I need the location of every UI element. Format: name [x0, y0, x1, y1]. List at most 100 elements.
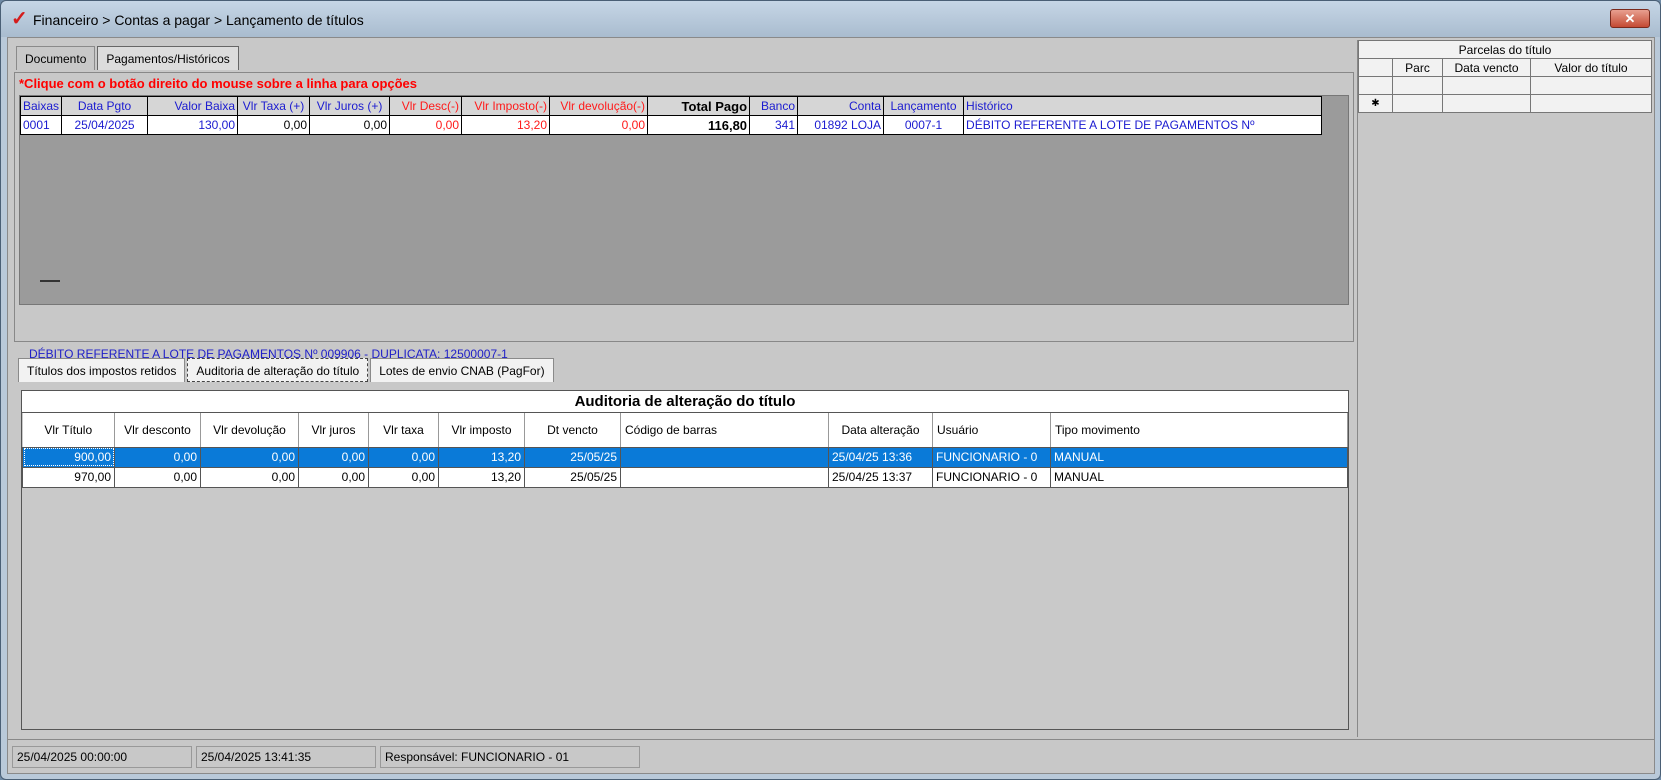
cell-dt-vencto[interactable]: 25/05/25 [524, 466, 621, 488]
col-vlr-juros[interactable]: Vlr juros [298, 413, 369, 448]
cell-data-pgto[interactable]: 25/04/2025 [61, 115, 149, 135]
close-button[interactable]: ✕ [1610, 9, 1650, 28]
col-vlr-juros[interactable]: Vlr Juros (+) [309, 96, 391, 116]
top-tabs: Documento Pagamentos/Históricos [16, 46, 241, 70]
cell-vlr-juros[interactable]: 0,00 [309, 115, 391, 135]
cell-parc[interactable] [1392, 76, 1443, 95]
status-date-now: 25/04/2025 13:41:35 [196, 745, 376, 768]
col-data-vencto[interactable]: Data vencto [1442, 58, 1531, 77]
col-valor-titulo[interactable]: Valor do título [1530, 58, 1652, 77]
tab-auditoria-alteracao[interactable]: Auditoria de alteração do título [187, 358, 369, 382]
cell-baixas[interactable]: 0001 [19, 115, 63, 135]
status-responsavel: Responsável: FUNCIONARIO - 01 [380, 745, 640, 768]
cell-historico[interactable]: DÉBITO REFERENTE A LOTE DE PAGAMENTOS Nº [963, 115, 1323, 135]
cell-codigo-barras[interactable] [620, 466, 829, 488]
parcelas-title: Parcelas do título [1358, 40, 1652, 59]
cell-data-vencto[interactable] [1442, 76, 1531, 95]
col-vlr-desconto[interactable]: Vlr desconto [114, 413, 201, 448]
col-codigo-barras[interactable]: Código de barras [620, 413, 829, 448]
col-lancamento[interactable]: Lançamento [883, 96, 965, 116]
cell-vlr-imposto[interactable]: 13,20 [438, 446, 525, 468]
parcelas-panel: Parcelas do título Parc Data vencto Valo… [1357, 40, 1653, 737]
cell-dt-vencto[interactable]: 25/05/25 [524, 446, 621, 468]
payments-panel: *Clique com o botão direito do mouse sob… [14, 72, 1354, 361]
audit-title: Auditoria de alteração do título [22, 391, 1348, 413]
blank-cell [1358, 76, 1393, 95]
cell-vlr-titulo[interactable]: 900,00 [22, 446, 115, 468]
cell-lancamento[interactable]: 0007-1 [883, 115, 965, 135]
col-vlr-imposto[interactable]: Vlr imposto [438, 413, 525, 448]
cell-valor-titulo[interactable] [1530, 76, 1652, 95]
cell-vlr-juros[interactable]: 0,00 [298, 446, 369, 468]
cell-vlr-imposto[interactable]: 13,20 [438, 466, 525, 488]
cell-vlr-devolucao[interactable]: 0,00 [549, 115, 649, 135]
col-vlr-taxa[interactable]: Vlr Taxa (+) [237, 96, 311, 116]
col-usuario[interactable]: Usuário [932, 413, 1051, 448]
cell-valor-titulo[interactable] [1530, 94, 1652, 113]
parcelas-caption-row: Parcelas do título [1358, 40, 1652, 59]
col-valor-baixa[interactable]: Valor Baixa [147, 96, 239, 116]
payments-grid[interactable]: Baixas Data Pgto Valor Baixa Vlr Taxa (+… [19, 95, 1349, 305]
cell-vlr-desconto[interactable]: 0,00 [114, 466, 201, 488]
cell-vlr-taxa[interactable]: 0,00 [368, 466, 439, 488]
payments-header-row: Baixas Data Pgto Valor Baixa Vlr Taxa (+… [19, 96, 1323, 116]
cell-tipo-movimento[interactable]: MANUAL [1050, 466, 1348, 488]
cell-usuario[interactable]: FUNCIONARIO - 0 [932, 446, 1051, 468]
cell-vlr-devolucao[interactable]: 0,00 [200, 446, 299, 468]
cell-data-alteracao[interactable]: 25/04/25 13:36 [828, 446, 933, 468]
window-title: Financeiro > Contas a pagar > Lançamento… [33, 12, 364, 28]
col-conta[interactable]: Conta [797, 96, 885, 116]
cell-vlr-devolucao[interactable]: 0,00 [200, 466, 299, 488]
cell-vlr-desc[interactable]: 0,00 [389, 115, 463, 135]
table-row[interactable]: 0001 25/04/2025 130,00 0,00 0,00 0,00 13… [19, 115, 1323, 135]
cell-banco[interactable]: 341 [749, 115, 799, 135]
table-row[interactable]: 900,00 0,00 0,00 0,00 0,00 13,20 25/05/2… [22, 446, 1348, 468]
cell-total-pago[interactable]: 116,80 [647, 115, 751, 135]
cell-vlr-taxa[interactable]: 0,00 [237, 115, 311, 135]
cell-vlr-desconto[interactable]: 0,00 [114, 446, 201, 468]
col-banco[interactable]: Banco [749, 96, 799, 116]
table-row[interactable] [1358, 76, 1652, 95]
cell-valor-baixa[interactable]: 130,00 [147, 115, 239, 135]
cell-tipo-movimento[interactable]: MANUAL [1050, 446, 1348, 468]
cell-conta[interactable]: 01892 LOJA [797, 115, 885, 135]
cell-data-alteracao[interactable]: 25/04/25 13:37 [828, 466, 933, 488]
col-vlr-imposto[interactable]: Vlr Imposto(-) [461, 96, 551, 116]
main-window: ✓ Financeiro > Contas a pagar > Lançamen… [0, 0, 1661, 780]
left-panel: Documento Pagamentos/Históricos *Clique … [8, 38, 1354, 738]
col-historico[interactable]: Histórico [963, 96, 1323, 116]
cell-vlr-imposto[interactable]: 13,20 [461, 115, 551, 135]
col-vlr-devolucao[interactable]: Vlr devolução(-) [549, 96, 649, 116]
col-vlr-devolucao[interactable]: Vlr devolução [200, 413, 299, 448]
status-bar: 25/04/2025 00:00:00 25/04/2025 13:41:35 … [8, 739, 1654, 773]
title-bar[interactable]: ✓ Financeiro > Contas a pagar > Lançamen… [1, 1, 1660, 37]
cell-codigo-barras[interactable] [620, 446, 829, 468]
col-tipo-movimento[interactable]: Tipo movimento [1050, 413, 1348, 448]
cell-parc[interactable] [1392, 94, 1443, 113]
col-vlr-desc[interactable]: Vlr Desc(-) [389, 96, 463, 116]
col-dt-vencto[interactable]: Dt vencto [524, 413, 621, 448]
col-parc[interactable]: Parc [1392, 58, 1443, 77]
col-vlr-taxa[interactable]: Vlr taxa [368, 413, 439, 448]
cell-vlr-taxa[interactable]: 0,00 [368, 446, 439, 468]
tab-lotes-cnab[interactable]: Lotes de envio CNAB (PagFor) [370, 358, 554, 382]
cell-usuario[interactable]: FUNCIONARIO - 0 [932, 466, 1051, 488]
cell-vlr-juros[interactable]: 0,00 [298, 466, 369, 488]
cell-vlr-titulo[interactable]: 970,00 [22, 466, 115, 488]
col-vlr-titulo[interactable]: Vlr Título [22, 413, 115, 448]
parcelas-header-row: Parc Data vencto Valor do título [1358, 58, 1652, 77]
row-separator [40, 280, 60, 282]
table-row[interactable]: 970,00 0,00 0,00 0,00 0,00 13,20 25/05/2… [22, 466, 1348, 488]
checkmark-icon: ✓ [11, 8, 28, 30]
tab-pagamentos-historicos[interactable]: Pagamentos/Históricos [97, 46, 239, 70]
col-data-pgto[interactable]: Data Pgto [61, 96, 149, 116]
col-baixas[interactable]: Baixas [19, 96, 63, 116]
col-total-pago[interactable]: Total Pago [647, 96, 751, 116]
tab-documento[interactable]: Documento [16, 46, 96, 70]
tab-titulos-impostos-retidos[interactable]: Títulos dos impostos retidos [18, 358, 186, 382]
col-data-alteracao[interactable]: Data alteração [828, 413, 933, 448]
col-indicator [1358, 58, 1393, 77]
table-row[interactable]: ✱ [1358, 94, 1652, 113]
cell-data-vencto[interactable] [1442, 94, 1531, 113]
parcelas-table: Parcelas do título Parc Data vencto Valo… [1358, 40, 1652, 113]
